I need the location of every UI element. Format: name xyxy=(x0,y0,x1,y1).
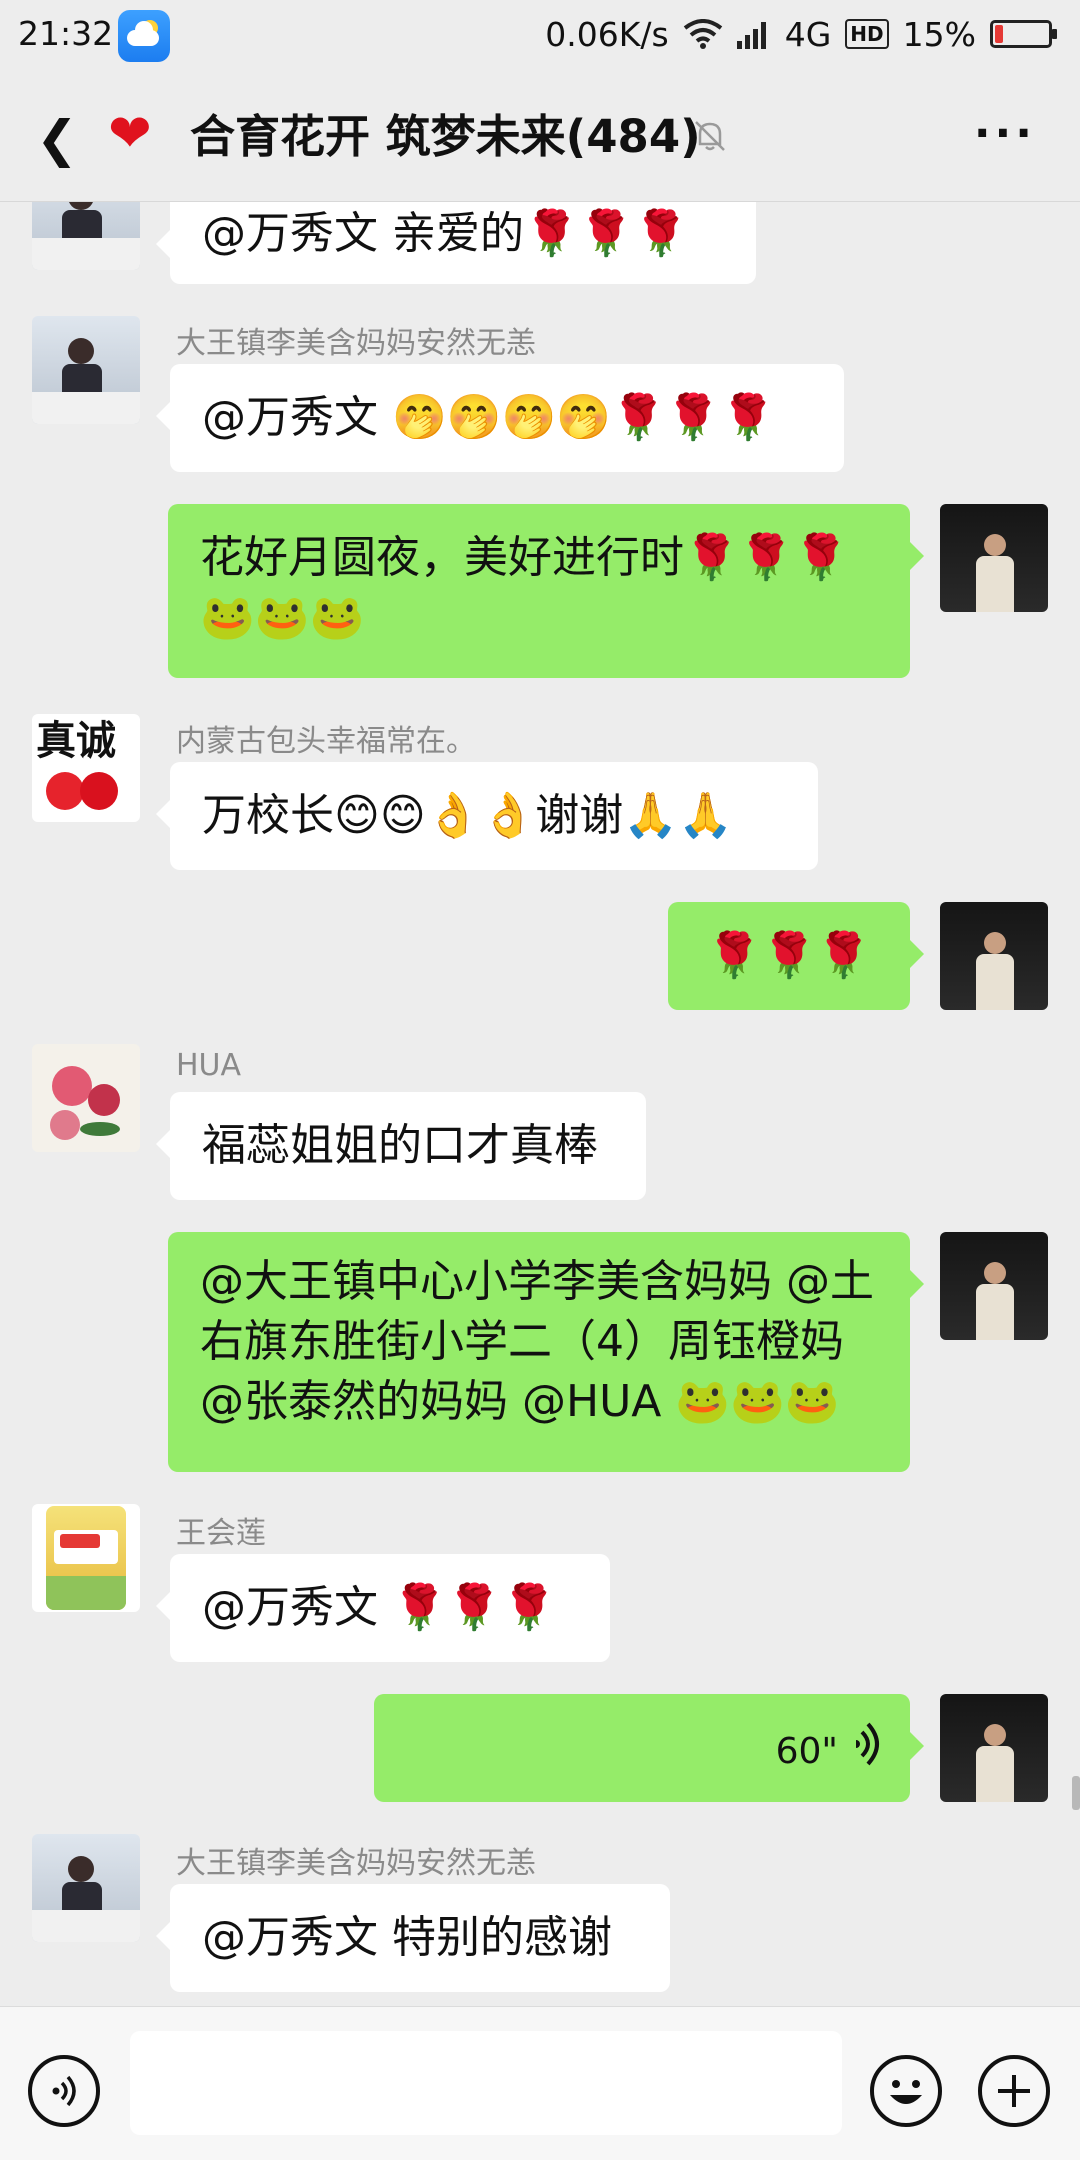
emoji-icon[interactable] xyxy=(870,2055,942,2127)
hd-badge: HD xyxy=(845,19,889,49)
message-text: 🌹🌹🌹 xyxy=(706,930,872,981)
message-text: 花好月圆夜，美好进行时🌹🌹🌹 xyxy=(200,532,849,583)
input-bar xyxy=(0,2006,1080,2160)
message-text: @张泰然的妈妈 @HUA 🐸🐸🐸 xyxy=(200,1376,840,1427)
message-bubble[interactable]: 福蕊姐姐的口才真棒 xyxy=(156,1092,646,1200)
message-text: @大王镇中心小学李美含妈妈 @土 xyxy=(200,1256,874,1307)
message-text: 右旗东胜街小学二（4）周钰橙妈 xyxy=(200,1316,844,1367)
group-title[interactable]: 合育花开 筑梦未来(484) xyxy=(190,108,701,166)
message-text: @万秀文 亲爱的🌹🌹🌹 xyxy=(202,208,689,259)
net-speed: 0.06K/s xyxy=(545,14,669,54)
sender-name: 大王镇李美含妈妈安然无恙 xyxy=(176,1846,536,1881)
message-text: @万秀文 🤭🤭🤭🤭🌹🌹🌹 xyxy=(202,392,776,443)
message-bubble[interactable]: @万秀文 特别的感谢 xyxy=(156,1884,670,1992)
avatar-self[interactable] xyxy=(940,504,1048,612)
avatar[interactable] xyxy=(32,1834,140,1942)
voice-message-bubble[interactable]: 60" xyxy=(374,1694,924,1802)
sender-name: 王会莲 xyxy=(176,1516,266,1551)
wifi-icon xyxy=(683,19,722,49)
heart-icon: ❤ xyxy=(108,104,152,164)
back-arrow-icon[interactable]: ❮ xyxy=(36,114,78,164)
chat-header: ❮ ❤ 合育花开 筑梦未来(484) ··· xyxy=(0,74,1080,202)
message-text: @万秀文 🌹🌹🌹 xyxy=(202,1582,557,1633)
weather-icon xyxy=(118,10,170,62)
avatar[interactable] xyxy=(32,202,140,270)
message-list[interactable]: @万秀文 亲爱的🌹🌹🌹 大王镇李美含妈妈安然无恙 @万秀文 🤭🤭🤭🤭🌹🌹🌹 花好… xyxy=(0,202,1080,2006)
network-type: 4G xyxy=(784,14,832,54)
avatar-self[interactable] xyxy=(940,902,1048,1010)
message-bubble-outgoing[interactable]: @大王镇中心小学李美含妈妈 @土 右旗东胜街小学二（4）周钰橙妈 @张泰然的妈妈… xyxy=(168,1232,924,1472)
sender-name: 内蒙古包头幸福常在。 xyxy=(176,724,476,759)
sender-name: 大王镇李美含妈妈安然无恙 xyxy=(176,326,536,361)
sender-name: HUA xyxy=(176,1048,242,1083)
message-text: 福蕊姐姐的口才真棒 xyxy=(202,1120,598,1171)
avatar[interactable]: 真诚 xyxy=(32,714,140,822)
battery-percent: 15% xyxy=(902,14,976,54)
message-input[interactable] xyxy=(130,2031,842,2135)
plus-icon[interactable] xyxy=(978,2055,1050,2127)
message-text: 万校长😊😊👌👌谢谢🙏🙏 xyxy=(202,790,733,841)
avatar-self[interactable] xyxy=(940,1232,1048,1340)
status-right: 0.06K/s 4G HD 15% xyxy=(545,14,1057,54)
message-bubble[interactable]: @万秀文 🌹🌹🌹 xyxy=(156,1554,610,1662)
avatar[interactable] xyxy=(32,1044,140,1152)
message-bubble-outgoing[interactable]: 🌹🌹🌹 xyxy=(668,902,924,1010)
bell-mute-icon xyxy=(695,121,725,151)
battery-icon xyxy=(990,20,1057,48)
status-bar: 21:32 0.06K/s 4G HD 15% xyxy=(0,0,1080,74)
scrollbar[interactable] xyxy=(1072,1776,1080,1810)
voice-wave-icon xyxy=(856,1722,879,1766)
message-bubble-outgoing[interactable]: 花好月圆夜，美好进行时🌹🌹🌹 🐸🐸🐸 xyxy=(168,504,924,678)
status-time: 21:32 xyxy=(18,14,114,53)
message-text: @万秀文 特别的感谢 xyxy=(202,1912,612,1963)
message-bubble[interactable]: 万校长😊😊👌👌谢谢🙏🙏 xyxy=(156,762,818,870)
message-bubble[interactable]: @万秀文 🤭🤭🤭🤭🌹🌹🌹 xyxy=(156,364,844,472)
signal-icon xyxy=(736,22,766,49)
message-text: 🐸🐸🐸 xyxy=(200,592,365,643)
voice-input-icon[interactable] xyxy=(28,2055,100,2127)
more-dots-icon[interactable]: ··· xyxy=(974,112,1036,156)
voice-duration: 60" xyxy=(775,1731,838,1772)
message-bubble[interactable]: @万秀文 亲爱的🌹🌹🌹 xyxy=(156,202,756,284)
avatar[interactable] xyxy=(32,1504,140,1612)
avatar-self[interactable] xyxy=(940,1694,1048,1802)
avatar[interactable] xyxy=(32,316,140,424)
